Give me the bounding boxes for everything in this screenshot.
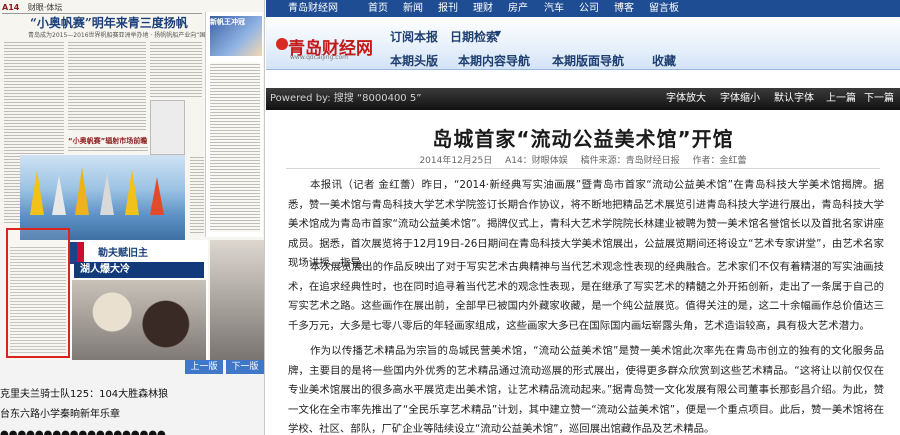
date-picker-icon[interactable]: ▼ [495,29,505,39]
sail-shape [75,167,89,215]
selected-article-region[interactable] [6,228,70,358]
article-paragraph: 本次展览展出的作品反映出了对于写实艺术古典精神与当代艺术观念性表现的经典融合。艺… [288,261,884,332]
newspaper-page-header: A14 财眼·体坛 [2,2,202,14]
newspaper-text-block [68,40,146,132]
nba-logo-icon [70,242,84,264]
content-nav-link[interactable]: 本期内容导航 [458,52,530,69]
newspaper-vertical-banner [150,100,185,155]
newspaper-text-block [68,145,148,153]
nba-photo [72,280,206,360]
sail-shape [30,170,44,215]
next-article-button[interactable]: 下一篇 [864,88,894,110]
article-date: 2014年12月25日 [419,156,493,166]
article-paragraph: 作为以传播艺术精品为宗旨的岛城民营美术馆，“流动公益美术馆”是赞一美术馆此次率先… [288,345,884,435]
newspaper-page-image[interactable]: A14 财眼·体坛 “小奥帆赛”明年来青三度扬帆 青岛成为2015—2016世界… [0,0,264,360]
font-default-button[interactable]: 默认字体 [774,88,814,110]
nav-link-company[interactable]: 公司 [579,0,599,17]
logo-icon [276,38,288,50]
sail-shape [150,177,164,215]
nav-link-home[interactable]: 首页 [368,0,388,17]
subscribe-link[interactable]: 订阅本报 [390,28,438,45]
article-source: 稿件来源：青岛财经日报 [580,156,680,166]
next-page-button[interactable]: 下一版 [226,360,264,374]
prev-page-button[interactable]: 上一版 [185,360,223,374]
player-photo [210,240,264,360]
headline-link[interactable]: 台东六路小学秦晌新年乐章 [0,406,264,424]
article-meta: 2014年12月25日 A14：财眼体娱 稿件来源：青岛财经日报 作者：金红蕾 [266,153,900,166]
article-title: 岛城首家“流动公益美术馆”开馆 [432,127,734,151]
nav-link-finance[interactable]: 理财 [473,0,493,17]
newspaper-right-column: 新帆王冲冠 [205,12,263,237]
font-bigger-button[interactable]: 字体放大 [666,88,706,110]
favorite-link[interactable]: 收藏 [652,52,676,69]
sail-shape [100,173,114,215]
newspaper-viewer-panel: A14 财眼·体坛 “小奥帆赛”明年来青三度扬帆 青岛成为2015—2016世界… [0,0,265,435]
font-smaller-button[interactable]: 字体缩小 [720,88,760,110]
headline-link[interactable]: 克里夫兰骑士队125：104大胜森林狼 [0,386,264,404]
prev-article-button[interactable]: 上一篇 [826,88,856,110]
newspaper-nba-block: 勒夫赋旧主 湖人爆大冷 [68,240,208,360]
newspaper-page-label: A14 [2,3,20,12]
layout-nav-link[interactable]: 本期版面导航 [552,52,624,69]
nav-link-house[interactable]: 房产 [508,0,528,17]
article-panel: 青岛财经网 首页 新闻 报刊 理财 房产 汽车 公司 博客 留言板 青岛财经网 … [266,0,900,435]
nav-link-auto[interactable]: 汽车 [544,0,564,17]
newspaper-feature-title: “小奥帆赛”辐射市场前瞻 [68,137,148,145]
newspaper-main-subtitle: 青岛成为2015—2016世界帆船赛亚洲举办地 · 扬帆帆船产业向“国际化” [28,32,208,39]
nav-link-news[interactable]: 新闻 [403,0,423,17]
nba-subheadline: 湖人爆大冷 [74,262,204,278]
sail-shape [125,169,139,215]
article-toolbar: Powered by: 搜搜 “8000400 5” 字体放大 字体缩小 默认字… [266,88,900,110]
date-search-link[interactable]: 日期检索 [450,28,498,45]
newspaper-text-block [190,155,204,235]
front-page-link[interactable]: 本期头版 [390,52,438,69]
logo-url: www.qdcaijing.com [290,54,349,61]
article-author: 作者：金红蕾 [692,156,747,166]
site-logo[interactable]: 青岛财经网 www.qdcaijing.com [276,30,376,61]
newspaper-section-label: 财眼·体坛 [27,3,63,12]
keyword-text: Powered by: 搜搜 “8000400 5” [270,93,422,104]
nav-link-blog[interactable]: 博客 [614,0,634,17]
brand-bar: 青岛财经网 www.qdcaijing.com 订阅本报 日期检索 ▼ 本期头版… [266,17,900,70]
nba-headline: 勒夫赋旧主 [98,248,148,259]
newspaper-main-title: “小奥帆赛”明年来青三度扬帆 [30,16,188,30]
site-top-nav: 青岛财经网 首页 新闻 报刊 理财 房产 汽车 公司 博客 留言板 [266,0,900,17]
article-page: A14：财眼体娱 [505,156,568,166]
newspaper-sidebar-title: 新帆王冲冠 [210,18,245,26]
headline-link[interactable]: ●●●●●●●●●●●●●●●●●●● [0,426,264,435]
sail-shape [52,175,66,215]
newspaper-text-block [210,62,260,232]
page-nav: 上一版 下一版 [185,360,264,374]
site-name[interactable]: 青岛财经网 [288,0,338,17]
nav-link-guestbook[interactable]: 留言板 [649,0,679,17]
article-divider [286,168,880,169]
newspaper-text-block [150,40,202,98]
nav-link-papers[interactable]: 报刊 [438,0,458,17]
